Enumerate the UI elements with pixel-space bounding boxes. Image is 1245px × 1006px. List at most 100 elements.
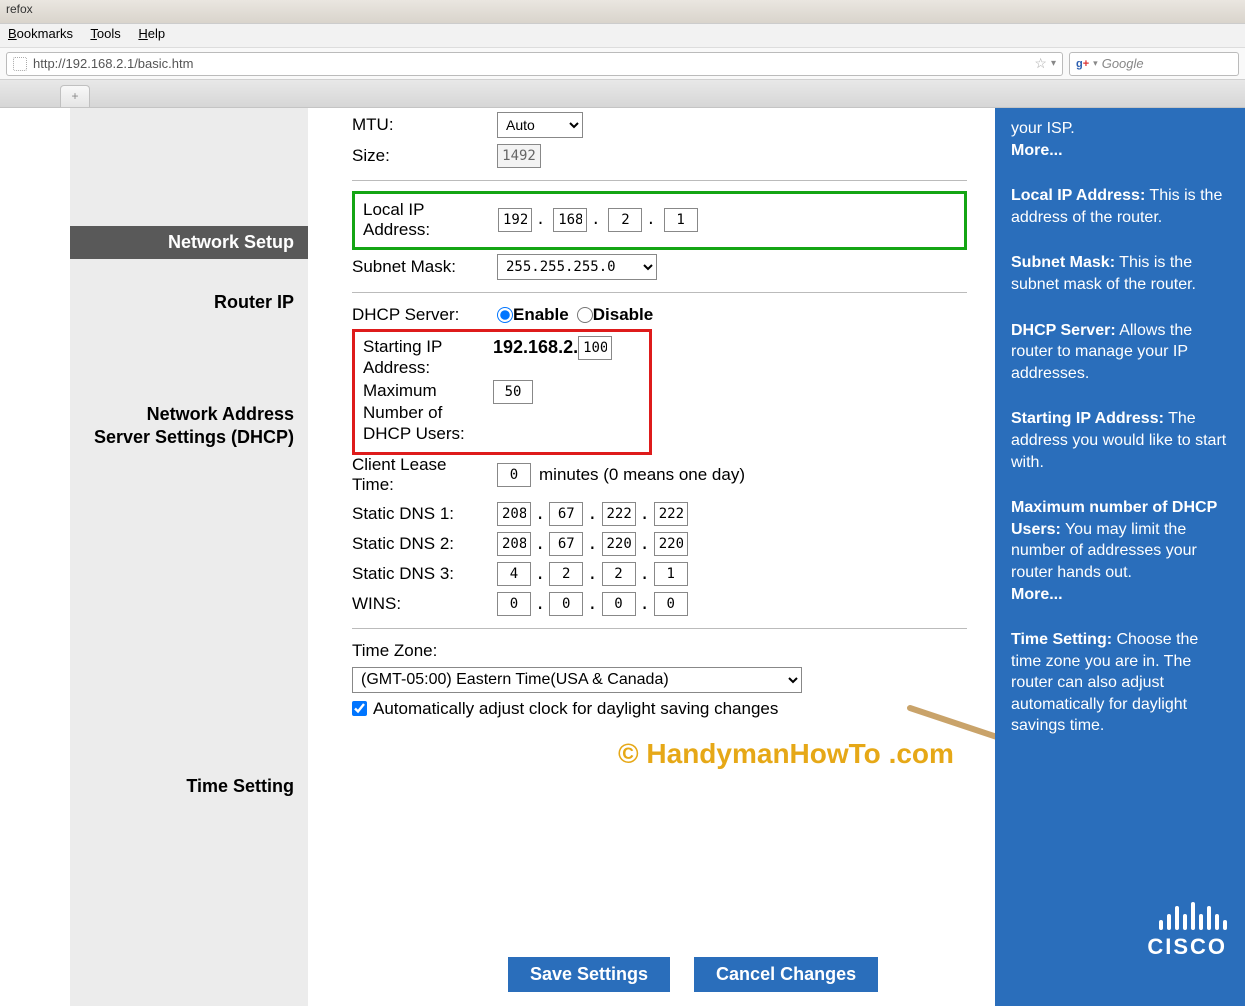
row-timezone: Time Zone:	[352, 641, 967, 661]
dns1-o4[interactable]	[654, 502, 688, 526]
bookmark-star-icon[interactable]: ☆	[1034, 55, 1047, 72]
search-engine-dropdown-icon[interactable]: ▾	[1093, 58, 1098, 69]
max-users-label: MaximumNumber ofDHCP Users:	[363, 380, 493, 444]
button-bar: Save Settings Cancel Changes	[508, 957, 878, 992]
wins-label: WINS:	[352, 594, 497, 614]
local-ip-octet-4[interactable]	[664, 208, 698, 232]
size-label: Size:	[352, 146, 497, 166]
lease-label: Client LeaseTime:	[352, 455, 497, 496]
timezone-label: Time Zone:	[352, 641, 497, 661]
divider	[352, 628, 967, 629]
lease-input[interactable]	[497, 463, 531, 487]
lease-suffix: minutes (0 means one day)	[539, 465, 745, 485]
size-input	[497, 144, 541, 168]
menu-bookmarks[interactable]: BBookmarksookmarks	[8, 26, 73, 41]
help-panel: your ISP. More... Local IP Address: This…	[995, 108, 1245, 1006]
new-tab-button[interactable]: +	[60, 85, 90, 107]
starting-ip-prefix: 192.168.2.	[493, 337, 578, 358]
dhcp-highlight: Starting IPAddress: 192.168.2. MaximumNu…	[352, 329, 652, 455]
google-icon: g+	[1076, 58, 1089, 70]
row-lease: Client LeaseTime: minutes (0 means one d…	[352, 455, 967, 496]
url-bar-row: http://192.168.2.1/basic.htm ☆ ▾ g+ ▾ Go…	[0, 48, 1245, 80]
row-wins: WINS: . . .	[352, 592, 967, 616]
row-dns2: Static DNS 2: . . .	[352, 532, 967, 556]
sidebar-header-network-setup: Network Setup	[70, 226, 308, 259]
mtu-label: MTU:	[352, 115, 497, 135]
window-title: refox	[0, 0, 1245, 24]
local-ip-octet-2[interactable]	[553, 208, 587, 232]
main-form: MTU: Auto Size: Local IPAddress: . . . S…	[308, 108, 995, 1006]
page-icon	[13, 57, 27, 71]
help-local-ip: Local IP Address: This is the address of…	[1011, 185, 1229, 228]
dhcp-disable-label: Disable	[593, 305, 653, 325]
dns2-o2[interactable]	[549, 532, 583, 556]
browser-menubar: BBookmarksookmarks Tools Help	[0, 24, 1245, 48]
mtu-select[interactable]: Auto	[497, 112, 583, 138]
row-dns1: Static DNS 1: . . .	[352, 502, 967, 526]
dns1-label: Static DNS 1:	[352, 504, 497, 524]
search-input[interactable]: g+ ▾ Google	[1069, 52, 1239, 76]
sidebar-label-dhcp: Network AddressServer Settings (DHCP)	[70, 403, 308, 450]
watermark: © HandymanHowTo .com	[618, 738, 954, 770]
row-size: Size:	[352, 144, 967, 168]
tab-strip: +	[0, 80, 1245, 108]
divider	[352, 180, 967, 181]
url-text: http://192.168.2.1/basic.htm	[33, 56, 1030, 71]
cisco-text: CISCO	[1147, 932, 1227, 962]
dns2-label: Static DNS 2:	[352, 534, 497, 554]
help-dhcp: DHCP Server: Allows the router to manage…	[1011, 320, 1229, 385]
cisco-logo: CISCO	[1147, 900, 1227, 962]
local-ip-octet-1[interactable]	[498, 208, 532, 232]
dhcp-server-label: DHCP Server:	[352, 305, 497, 325]
divider	[352, 292, 967, 293]
dns2-o3[interactable]	[602, 532, 636, 556]
dns2-o1[interactable]	[497, 532, 531, 556]
help-subnet: Subnet Mask: This is the subnet mask of …	[1011, 252, 1229, 295]
help-time: Time Setting: Choose the time zone you a…	[1011, 629, 1229, 737]
help-more-link[interactable]: More...	[1011, 142, 1063, 159]
starting-ip-last-octet[interactable]	[578, 336, 612, 360]
save-settings-button[interactable]: Save Settings	[508, 957, 670, 992]
timezone-select[interactable]: (GMT-05:00) Eastern Time(USA & Canada)	[352, 667, 802, 693]
wins-o2[interactable]	[549, 592, 583, 616]
help-isp: your ISP. More...	[1011, 118, 1229, 161]
menu-help[interactable]: Help	[138, 26, 165, 41]
cisco-bars-icon	[1147, 900, 1227, 930]
dns3-label: Static DNS 3:	[352, 564, 497, 584]
dns3-o1[interactable]	[497, 562, 531, 586]
dns1-o2[interactable]	[549, 502, 583, 526]
wins-o4[interactable]	[654, 592, 688, 616]
sidebar: Network Setup Router IP Network AddressS…	[0, 108, 308, 1006]
subnet-label: Subnet Mask:	[352, 257, 497, 277]
row-dns3: Static DNS 3: . . .	[352, 562, 967, 586]
url-dropdown-icon[interactable]: ▾	[1051, 58, 1056, 69]
row-mtu: MTU: Auto	[352, 112, 967, 138]
dns2-o4[interactable]	[654, 532, 688, 556]
menu-tools[interactable]: Tools	[90, 26, 120, 41]
sidebar-label-router-ip: Router IP	[70, 292, 308, 313]
help-max-users: Maximum number of DHCP Users: You may li…	[1011, 497, 1229, 605]
local-ip-label: Local IPAddress:	[363, 200, 498, 241]
url-input[interactable]: http://192.168.2.1/basic.htm ☆ ▾	[6, 52, 1063, 76]
max-users-input[interactable]	[493, 380, 533, 404]
dns3-o4[interactable]	[654, 562, 688, 586]
dhcp-enable-radio[interactable]	[497, 307, 513, 323]
dhcp-disable-radio[interactable]	[577, 307, 593, 323]
dst-checkbox[interactable]	[352, 701, 367, 716]
dns3-o3[interactable]	[602, 562, 636, 586]
page-body: Network Setup Router IP Network AddressS…	[0, 108, 1245, 1006]
dns1-o3[interactable]	[602, 502, 636, 526]
local-ip-octet-3[interactable]	[608, 208, 642, 232]
search-placeholder: Google	[1102, 56, 1232, 71]
wins-o3[interactable]	[602, 592, 636, 616]
help-more-link[interactable]: More...	[1011, 586, 1063, 603]
wins-o1[interactable]	[497, 592, 531, 616]
dst-label: Automatically adjust clock for daylight …	[373, 699, 778, 719]
dst-checkbox-row[interactable]: Automatically adjust clock for daylight …	[352, 699, 967, 719]
dns1-o1[interactable]	[497, 502, 531, 526]
starting-ip-label: Starting IPAddress:	[363, 336, 493, 379]
cancel-changes-button[interactable]: Cancel Changes	[694, 957, 878, 992]
dns3-o2[interactable]	[549, 562, 583, 586]
dhcp-enable-label: Enable	[513, 305, 569, 325]
subnet-select[interactable]: 255.255.255.0	[497, 254, 657, 280]
